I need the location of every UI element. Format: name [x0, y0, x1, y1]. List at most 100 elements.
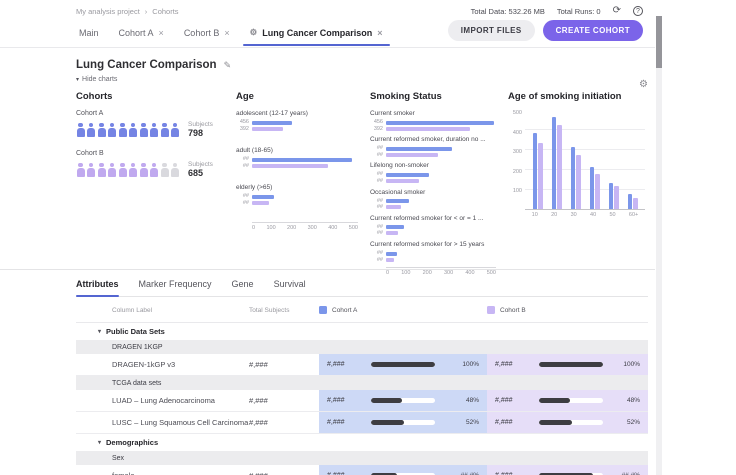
chart-group-counts: #### [370, 224, 383, 237]
table-tab-bar: Attributes Marker Frequency Gene Survival [76, 270, 648, 297]
cohort-a-value: #,### [327, 361, 371, 368]
column-label-header[interactable]: Column Label [76, 307, 249, 314]
cohort-b-bar [538, 143, 543, 209]
tab-cohort-a[interactable]: Cohort A× [110, 22, 173, 47]
table-row[interactable]: LUAD – Lung Adenocarcinoma#,####,###48%#… [76, 390, 648, 412]
row-label: LUSC – Lung Squamous Cell Carcinoma [76, 412, 249, 433]
section-title: Demographics [106, 438, 158, 447]
top-bar: My analysis project › Cohorts Total Data… [0, 0, 655, 18]
x-tick-label: 40 [590, 212, 596, 218]
tab-lung-cancer-comparison[interactable]: ⚙Lung Cancer Comparison× [241, 22, 392, 47]
cohort-a-bar-track [371, 362, 435, 367]
help-icon[interactable]: ? [633, 6, 643, 16]
refresh-icon[interactable]: ⟳ [613, 6, 621, 16]
cohort-b-bar [595, 174, 600, 209]
cohort-a-bar [386, 225, 404, 229]
section-row[interactable]: ▾Demographics [76, 434, 648, 451]
chart-group-counts: #### [236, 193, 249, 206]
cohort-a-bar [552, 117, 557, 209]
breadcrumb-project[interactable]: My analysis project [76, 7, 140, 16]
chart-group-label: Current reformed smoker, duration no ... [370, 136, 496, 143]
chart-group: adolescent (12-17 years)456392 [236, 110, 358, 132]
count-label: 392 [370, 126, 383, 133]
breadcrumb-cohorts[interactable]: Cohorts [152, 7, 178, 16]
count-label: ## [370, 171, 383, 178]
caret-down-icon: ▾ [76, 76, 79, 83]
tab-gene[interactable]: Gene [232, 279, 254, 296]
person-icon [118, 163, 127, 177]
hide-charts-toggle[interactable]: ▾ Hide charts [76, 76, 655, 83]
chart-group-counts: #### [370, 250, 383, 263]
subsection-row[interactable]: DRAGEN 1KGP [76, 340, 648, 354]
chart-settings-gear-icon[interactable]: ⚙ [639, 79, 648, 90]
close-tab-icon[interactable]: × [224, 28, 229, 38]
person-icon [108, 163, 117, 177]
chart-group: elderly (>65)#### [236, 184, 358, 206]
count-label: ## [370, 145, 383, 152]
count-label: ## [236, 193, 249, 200]
table-row[interactable]: DRAGEN-1kGP v3#,####,###100%#,###100% [76, 354, 648, 376]
cohort-person-icons [76, 123, 188, 137]
x-tick-label: 10 [532, 212, 538, 218]
chart-group: Current reformed smoker, duration no ...… [370, 136, 496, 158]
chart-group-counts: 456392 [370, 119, 383, 132]
vertical-scrollbar[interactable] [656, 16, 662, 475]
person-icon [171, 163, 180, 177]
cohort-b-cell: #,#####.#% [487, 465, 648, 475]
cohort-a-bar [386, 173, 429, 177]
tab-gear-icon: ⚙ [250, 27, 258, 38]
cohort-b-cell: #,###100% [487, 354, 648, 375]
row-total-subjects: #,### [249, 412, 319, 433]
create-cohort-button[interactable]: CREATE COHORT [543, 20, 643, 41]
cohort-a-bar-fill [371, 398, 402, 403]
person-icon [160, 123, 169, 137]
cohort-a-percent: 48% [466, 397, 479, 404]
charts-row: ⚙ Cohorts Cohort ASubjects798Cohort BSub… [76, 91, 648, 259]
cohort-b-value: #,### [495, 397, 539, 404]
cohort-person-icons [76, 163, 188, 177]
tab-marker-frequency[interactable]: Marker Frequency [139, 279, 212, 296]
caret-down-icon: ▾ [98, 328, 101, 335]
cohort-b-bar-fill [539, 420, 572, 425]
section-row[interactable]: ▾Public Data Sets [76, 323, 648, 340]
person-icon [97, 163, 106, 177]
table-row[interactable]: LUSC – Lung Squamous Cell Carcinoma#,###… [76, 412, 648, 434]
row-label: female [76, 465, 249, 475]
subsection-row[interactable]: Sex [76, 451, 648, 465]
subsection-label: Sex [76, 451, 648, 465]
tab-survival[interactable]: Survival [274, 279, 306, 296]
cohort-b-bar [557, 125, 562, 209]
cohort-a-legend-label: Cohort A [332, 307, 357, 314]
cohort-a-value: #,### [327, 419, 371, 426]
total-subjects-header[interactable]: Total Subjects [249, 307, 319, 314]
person-icon [129, 123, 138, 137]
count-label: ## [236, 156, 249, 163]
count-label: 456 [370, 119, 383, 126]
tab-main[interactable]: Main [70, 22, 108, 47]
cohort-b-bar [386, 153, 438, 157]
import-files-button[interactable]: IMPORT FILES [448, 20, 535, 41]
person-icon [150, 163, 159, 177]
y-tick-label: 500 [508, 110, 522, 116]
x-tick-label: 100 [266, 225, 275, 231]
close-tab-icon[interactable]: × [377, 28, 382, 38]
subsection-label: DRAGEN 1KGP [76, 340, 648, 354]
person-icon [160, 163, 169, 177]
close-tab-icon[interactable]: × [159, 28, 164, 38]
chart-group [552, 117, 562, 209]
count-label: ## [370, 178, 383, 185]
subsection-row[interactable]: TCGA data sets [76, 376, 648, 390]
chart-group: Current smoker456392 [370, 110, 496, 132]
chart-group-counts: #### [370, 145, 383, 158]
y-tick-label: 400 [508, 130, 522, 136]
cohort-b-bar [614, 186, 619, 209]
age-chart-title: Age [236, 91, 358, 102]
tab-cohort-b[interactable]: Cohort B× [175, 22, 239, 47]
tab-attributes[interactable]: Attributes [76, 279, 119, 296]
cohort-a-bar [386, 147, 452, 151]
scrollbar-thumb[interactable] [656, 16, 662, 68]
cohort-block-a: Cohort ASubjects798 [76, 110, 224, 138]
edit-title-icon[interactable]: ✎ [224, 60, 232, 71]
table-row[interactable]: female#,####,#####.#%#,#####.#% [76, 465, 648, 475]
y-tick-label: 200 [508, 169, 522, 175]
